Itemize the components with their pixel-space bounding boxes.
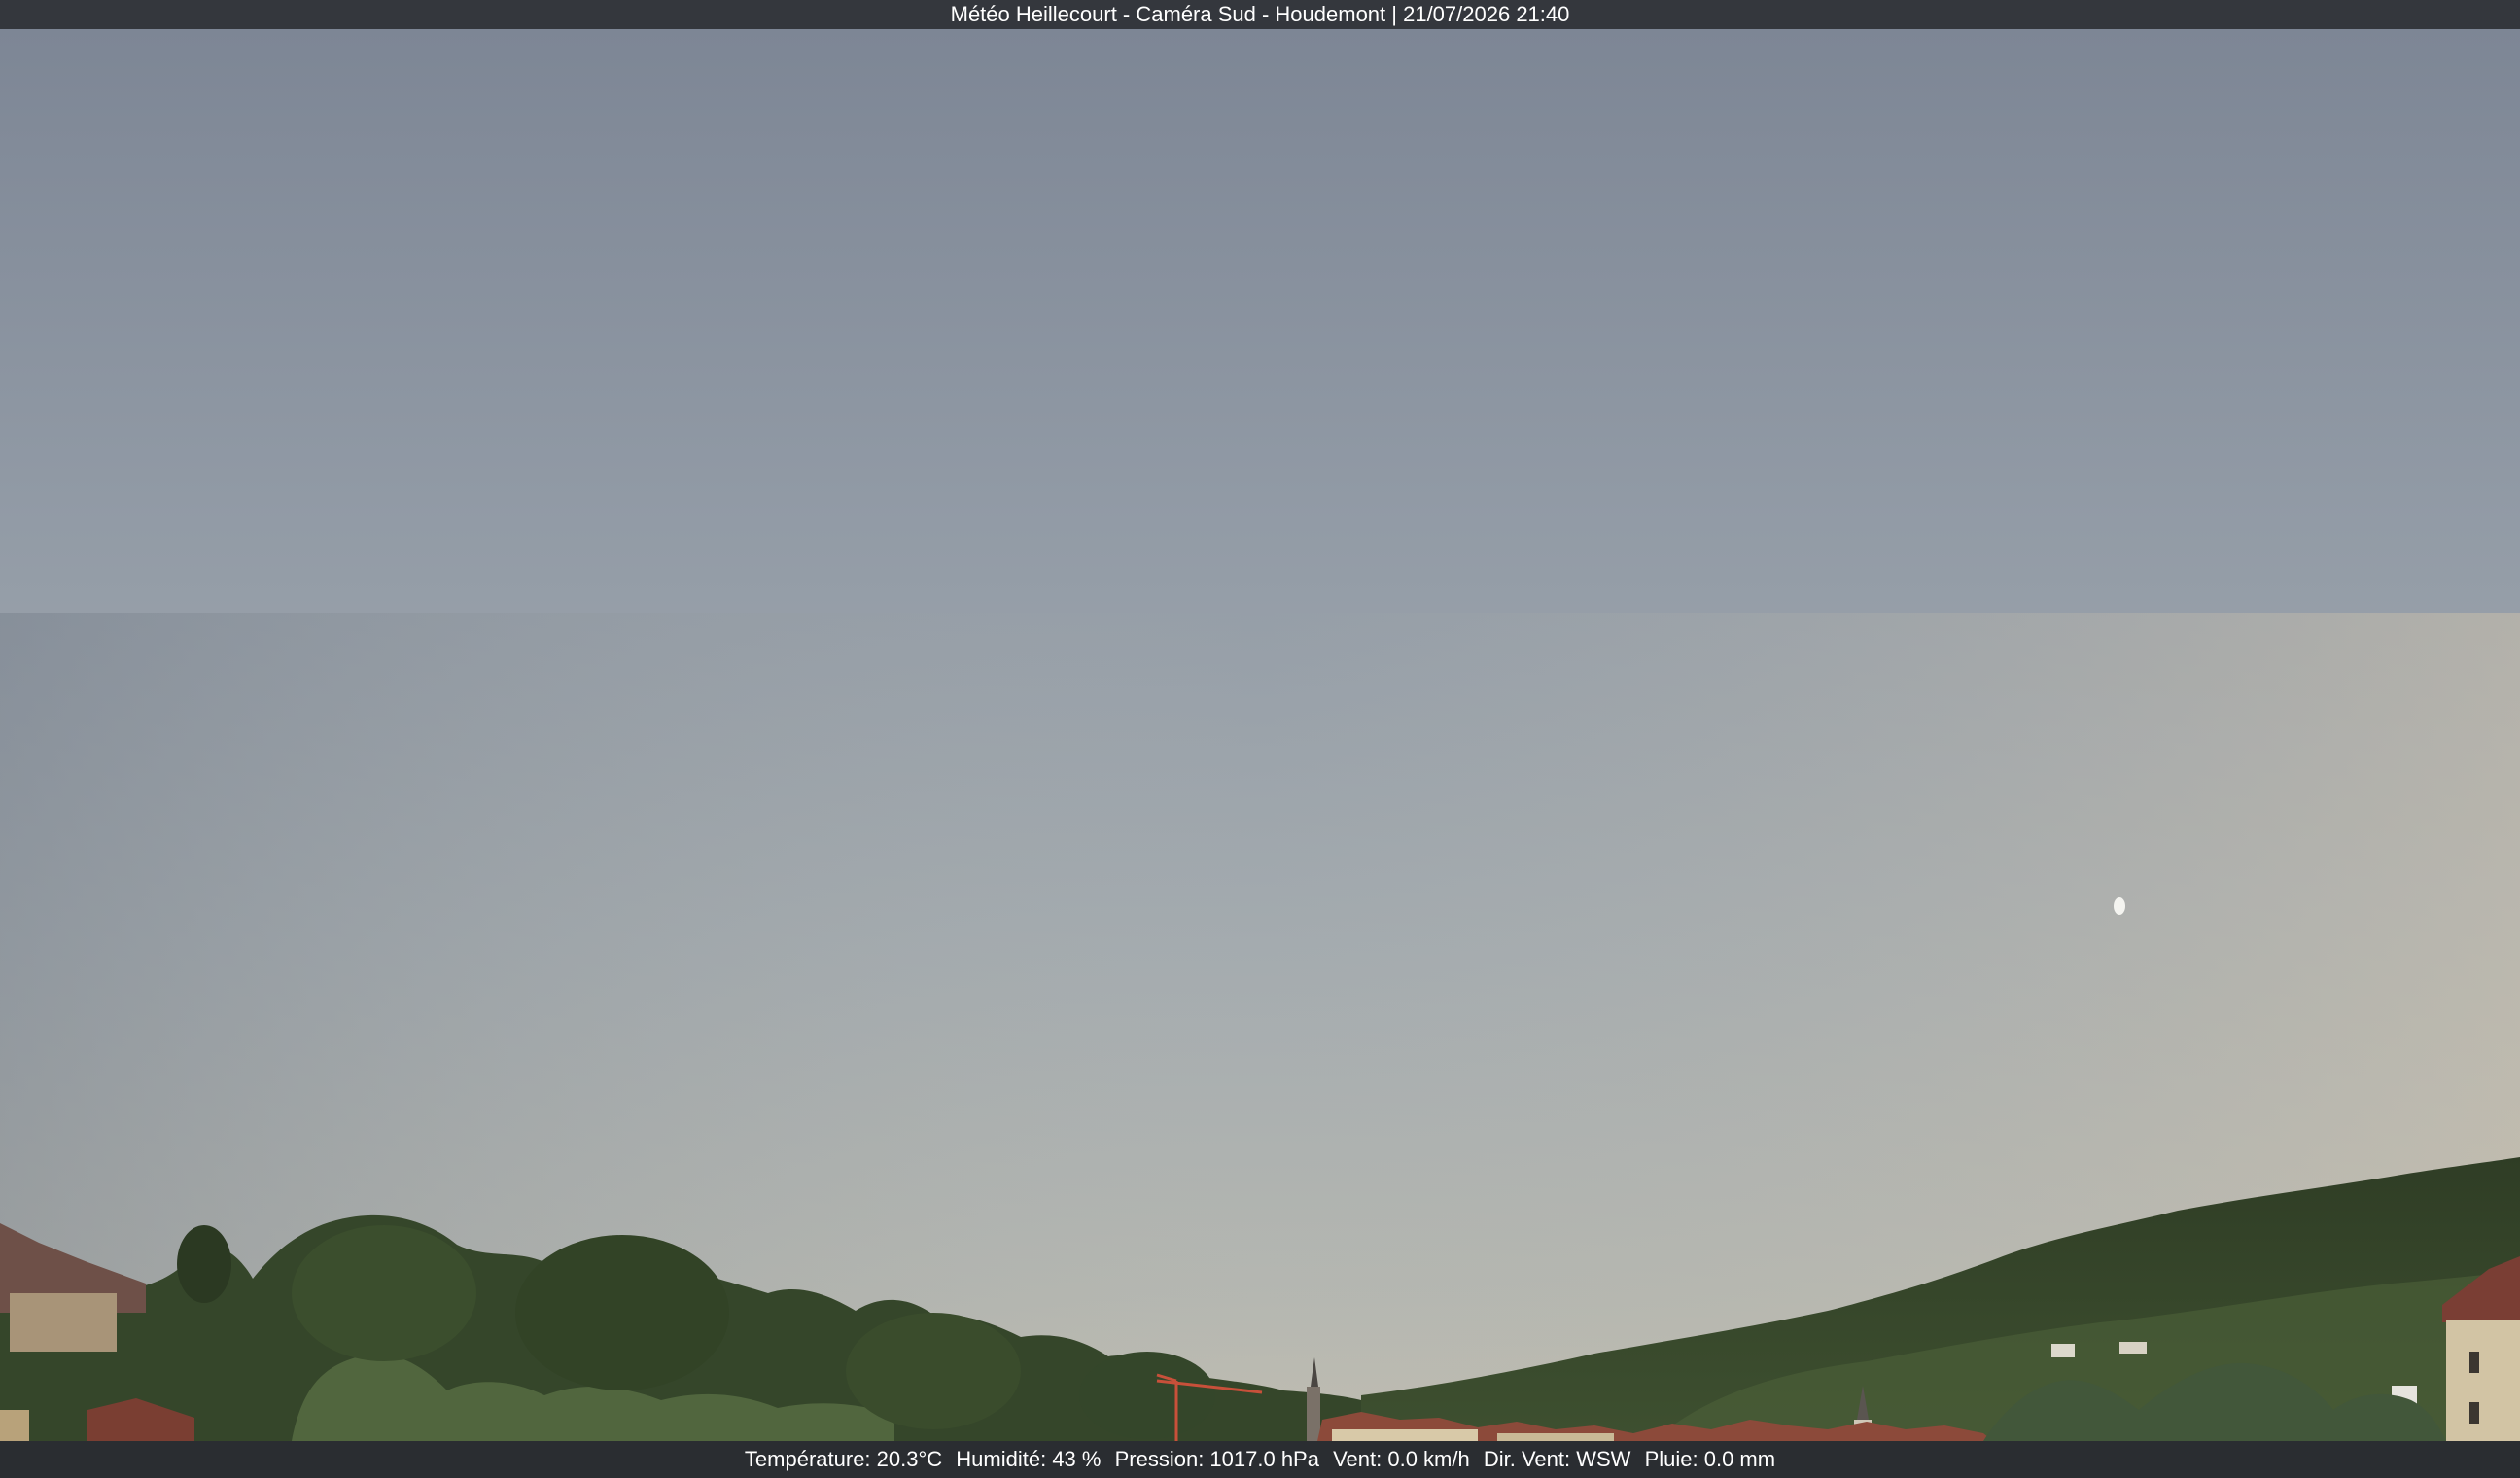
left-house-wall [0, 1410, 29, 1441]
humidity-readout: Humidité: 43 % [956, 1447, 1102, 1471]
camera-title: Météo Heillecourt - Caméra Sud - Houdemo… [950, 2, 1570, 26]
tree-canopy [292, 1225, 476, 1361]
church-tower [1307, 1387, 1320, 1441]
webcam-image [0, 29, 2520, 1441]
pressure-readout: Pression: 1017.0 hPa [1114, 1447, 1319, 1471]
wind-direction-readout: Dir. Vent: WSW [1483, 1447, 1631, 1471]
white-house [2051, 1344, 2075, 1357]
wind-speed-readout: Vent: 0.0 km/h [1333, 1447, 1470, 1471]
left-house-wall [10, 1293, 117, 1352]
right-house-wall [2446, 1320, 2520, 1441]
tree-canopy [1079, 1352, 1215, 1439]
weather-readout-bar: Température: 20.3°C Humidité: 43 % Press… [0, 1441, 2520, 1478]
camera-title-bar: Météo Heillecourt - Caméra Sud - Houdemo… [0, 0, 2520, 29]
right-house-window [2469, 1352, 2479, 1373]
white-house [2119, 1342, 2147, 1354]
moon [2114, 897, 2125, 915]
tree-canopy [846, 1313, 1021, 1429]
right-house-window [2469, 1402, 2479, 1424]
village-building [1332, 1429, 1478, 1441]
webcam-frame: Météo Heillecourt - Caméra Sud - Houdemo… [0, 0, 2520, 1478]
rain-readout: Pluie: 0.0 mm [1644, 1447, 1776, 1471]
tree-canopy [515, 1235, 729, 1390]
temperature-readout: Température: 20.3°C [744, 1447, 943, 1471]
tree-canopy [177, 1225, 231, 1303]
village-building [1497, 1433, 1614, 1441]
